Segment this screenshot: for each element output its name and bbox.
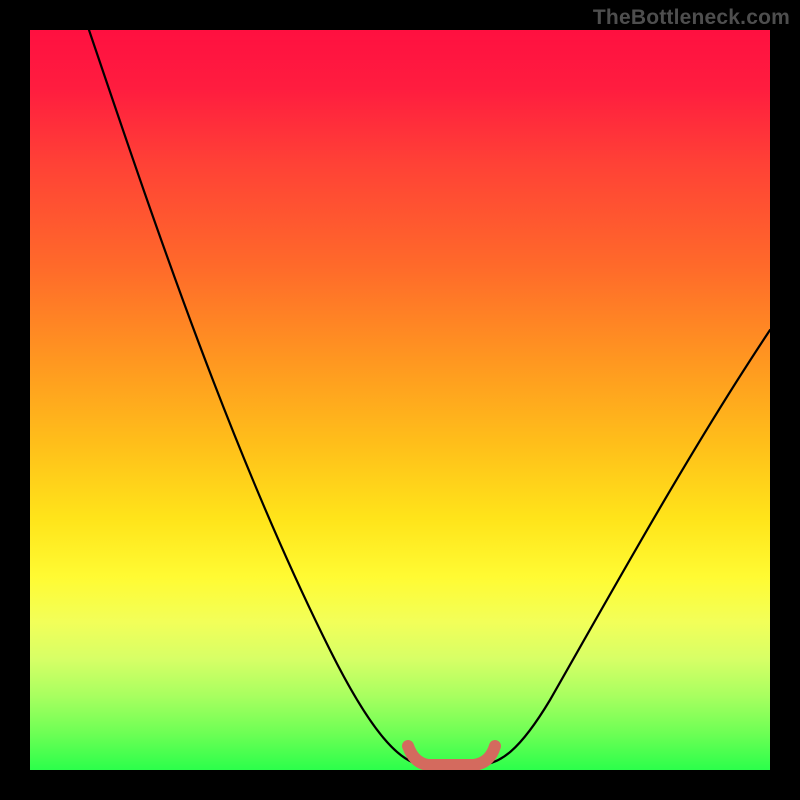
- bottleneck-curve: [89, 30, 770, 765]
- watermark-text: TheBottleneck.com: [593, 6, 790, 30]
- flat-bottom-highlight: [408, 746, 495, 765]
- chart-frame: TheBottleneck.com: [0, 0, 800, 800]
- curve-layer: [30, 30, 770, 770]
- plot-area: [30, 30, 770, 770]
